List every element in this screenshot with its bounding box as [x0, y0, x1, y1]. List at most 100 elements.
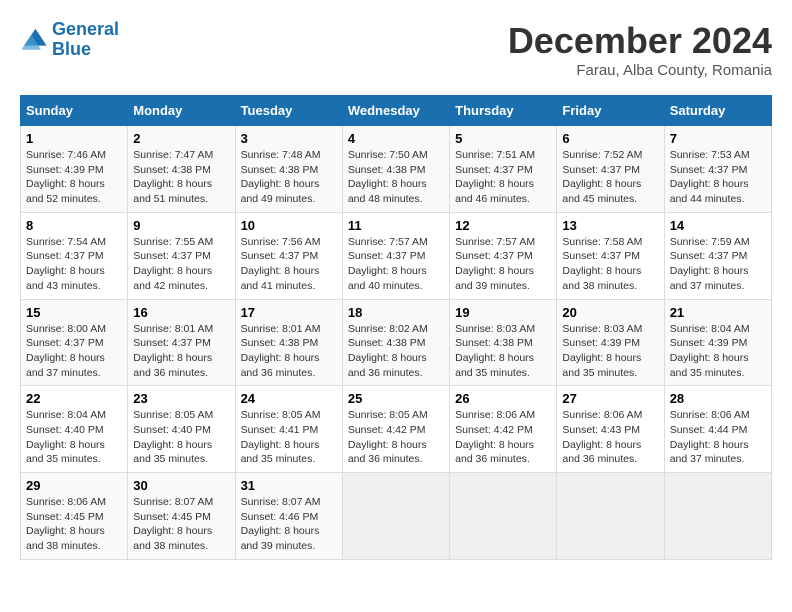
day-info: Sunrise: 7:57 AM Sunset: 4:37 PM Dayligh…	[348, 235, 444, 294]
sunrise-label: Sunrise: 7:56 AM	[241, 236, 321, 248]
daylight-label: Daylight: 8 hours and 37 minutes.	[26, 352, 105, 379]
day-info: Sunrise: 8:01 AM Sunset: 4:37 PM Dayligh…	[133, 322, 229, 381]
daylight-label: Daylight: 8 hours and 46 minutes.	[455, 178, 534, 205]
column-header-saturday: Saturday	[664, 96, 771, 126]
daylight-label: Daylight: 8 hours and 43 minutes.	[26, 265, 105, 292]
daylight-label: Daylight: 8 hours and 36 minutes.	[241, 352, 320, 379]
day-info: Sunrise: 7:59 AM Sunset: 4:37 PM Dayligh…	[670, 235, 766, 294]
day-number: 9	[133, 218, 229, 233]
calendar-cell: 17 Sunrise: 8:01 AM Sunset: 4:38 PM Dayl…	[235, 299, 342, 386]
logo: General Blue	[20, 20, 119, 60]
day-info: Sunrise: 8:02 AM Sunset: 4:38 PM Dayligh…	[348, 322, 444, 381]
day-number: 10	[241, 218, 337, 233]
sunrise-label: Sunrise: 7:58 AM	[562, 236, 642, 248]
logo-text: General Blue	[52, 20, 119, 60]
day-info: Sunrise: 8:00 AM Sunset: 4:37 PM Dayligh…	[26, 322, 122, 381]
day-info: Sunrise: 8:06 AM Sunset: 4:42 PM Dayligh…	[455, 408, 551, 467]
day-info: Sunrise: 8:04 AM Sunset: 4:40 PM Dayligh…	[26, 408, 122, 467]
day-info: Sunrise: 8:05 AM Sunset: 4:41 PM Dayligh…	[241, 408, 337, 467]
day-info: Sunrise: 8:06 AM Sunset: 4:43 PM Dayligh…	[562, 408, 658, 467]
sunrise-label: Sunrise: 8:06 AM	[562, 409, 642, 421]
day-number: 2	[133, 131, 229, 146]
sunset-label: Sunset: 4:38 PM	[348, 337, 426, 349]
sunset-label: Sunset: 4:44 PM	[670, 424, 748, 436]
day-number: 5	[455, 131, 551, 146]
title-block: December 2024 Farau, Alba County, Romani…	[508, 20, 772, 79]
daylight-label: Daylight: 8 hours and 39 minutes.	[241, 525, 320, 552]
day-number: 12	[455, 218, 551, 233]
sunset-label: Sunset: 4:38 PM	[455, 337, 533, 349]
calendar-cell: 6 Sunrise: 7:52 AM Sunset: 4:37 PM Dayli…	[557, 126, 664, 213]
sunrise-label: Sunrise: 8:07 AM	[241, 496, 321, 508]
sunset-label: Sunset: 4:45 PM	[26, 511, 104, 523]
day-number: 22	[26, 391, 122, 406]
calendar-cell	[450, 473, 557, 560]
day-info: Sunrise: 8:04 AM Sunset: 4:39 PM Dayligh…	[670, 322, 766, 381]
day-number: 30	[133, 478, 229, 493]
day-info: Sunrise: 8:03 AM Sunset: 4:38 PM Dayligh…	[455, 322, 551, 381]
day-number: 6	[562, 131, 658, 146]
sunset-label: Sunset: 4:43 PM	[562, 424, 640, 436]
sunset-label: Sunset: 4:37 PM	[241, 250, 319, 262]
daylight-label: Daylight: 8 hours and 38 minutes.	[133, 525, 212, 552]
sunrise-label: Sunrise: 8:04 AM	[670, 323, 750, 335]
daylight-label: Daylight: 8 hours and 35 minutes.	[241, 439, 320, 466]
sunset-label: Sunset: 4:40 PM	[26, 424, 104, 436]
sunset-label: Sunset: 4:37 PM	[562, 164, 640, 176]
sunrise-label: Sunrise: 8:05 AM	[241, 409, 321, 421]
column-header-tuesday: Tuesday	[235, 96, 342, 126]
daylight-label: Daylight: 8 hours and 39 minutes.	[455, 265, 534, 292]
sunrise-label: Sunrise: 8:05 AM	[133, 409, 213, 421]
day-number: 19	[455, 305, 551, 320]
daylight-label: Daylight: 8 hours and 35 minutes.	[133, 439, 212, 466]
calendar-cell: 27 Sunrise: 8:06 AM Sunset: 4:43 PM Dayl…	[557, 386, 664, 473]
sunrise-label: Sunrise: 8:06 AM	[670, 409, 750, 421]
sunrise-label: Sunrise: 8:00 AM	[26, 323, 106, 335]
calendar-cell: 4 Sunrise: 7:50 AM Sunset: 4:38 PM Dayli…	[342, 126, 449, 213]
day-number: 24	[241, 391, 337, 406]
daylight-label: Daylight: 8 hours and 35 minutes.	[455, 352, 534, 379]
sunrise-label: Sunrise: 8:05 AM	[348, 409, 428, 421]
sunrise-label: Sunrise: 7:47 AM	[133, 149, 213, 161]
calendar-cell: 29 Sunrise: 8:06 AM Sunset: 4:45 PM Dayl…	[21, 473, 128, 560]
sunrise-label: Sunrise: 7:46 AM	[26, 149, 106, 161]
calendar-cell: 31 Sunrise: 8:07 AM Sunset: 4:46 PM Dayl…	[235, 473, 342, 560]
calendar-cell: 9 Sunrise: 7:55 AM Sunset: 4:37 PM Dayli…	[128, 212, 235, 299]
sunrise-label: Sunrise: 8:01 AM	[241, 323, 321, 335]
daylight-label: Daylight: 8 hours and 38 minutes.	[26, 525, 105, 552]
column-header-wednesday: Wednesday	[342, 96, 449, 126]
week-row: 1 Sunrise: 7:46 AM Sunset: 4:39 PM Dayli…	[21, 126, 772, 213]
day-number: 28	[670, 391, 766, 406]
calendar-cell: 15 Sunrise: 8:00 AM Sunset: 4:37 PM Dayl…	[21, 299, 128, 386]
sunset-label: Sunset: 4:37 PM	[670, 164, 748, 176]
sunset-label: Sunset: 4:41 PM	[241, 424, 319, 436]
sunset-label: Sunset: 4:37 PM	[133, 250, 211, 262]
daylight-label: Daylight: 8 hours and 35 minutes.	[562, 352, 641, 379]
sunset-label: Sunset: 4:46 PM	[241, 511, 319, 523]
calendar-cell: 8 Sunrise: 7:54 AM Sunset: 4:37 PM Dayli…	[21, 212, 128, 299]
day-number: 27	[562, 391, 658, 406]
daylight-label: Daylight: 8 hours and 45 minutes.	[562, 178, 641, 205]
column-header-thursday: Thursday	[450, 96, 557, 126]
sunset-label: Sunset: 4:39 PM	[562, 337, 640, 349]
header-row: SundayMondayTuesdayWednesdayThursdayFrid…	[21, 96, 772, 126]
sunset-label: Sunset: 4:38 PM	[241, 337, 319, 349]
day-number: 1	[26, 131, 122, 146]
day-info: Sunrise: 7:54 AM Sunset: 4:37 PM Dayligh…	[26, 235, 122, 294]
day-info: Sunrise: 8:07 AM Sunset: 4:46 PM Dayligh…	[241, 495, 337, 554]
calendar-cell: 18 Sunrise: 8:02 AM Sunset: 4:38 PM Dayl…	[342, 299, 449, 386]
daylight-label: Daylight: 8 hours and 36 minutes.	[348, 352, 427, 379]
calendar-cell	[342, 473, 449, 560]
sunrise-label: Sunrise: 8:06 AM	[26, 496, 106, 508]
sunset-label: Sunset: 4:37 PM	[26, 337, 104, 349]
sunrise-label: Sunrise: 8:03 AM	[562, 323, 642, 335]
daylight-label: Daylight: 8 hours and 40 minutes.	[348, 265, 427, 292]
day-number: 23	[133, 391, 229, 406]
day-info: Sunrise: 7:56 AM Sunset: 4:37 PM Dayligh…	[241, 235, 337, 294]
day-number: 8	[26, 218, 122, 233]
sunset-label: Sunset: 4:38 PM	[241, 164, 319, 176]
logo-icon	[20, 26, 48, 54]
day-number: 25	[348, 391, 444, 406]
sunrise-label: Sunrise: 8:07 AM	[133, 496, 213, 508]
calendar-cell: 20 Sunrise: 8:03 AM Sunset: 4:39 PM Dayl…	[557, 299, 664, 386]
